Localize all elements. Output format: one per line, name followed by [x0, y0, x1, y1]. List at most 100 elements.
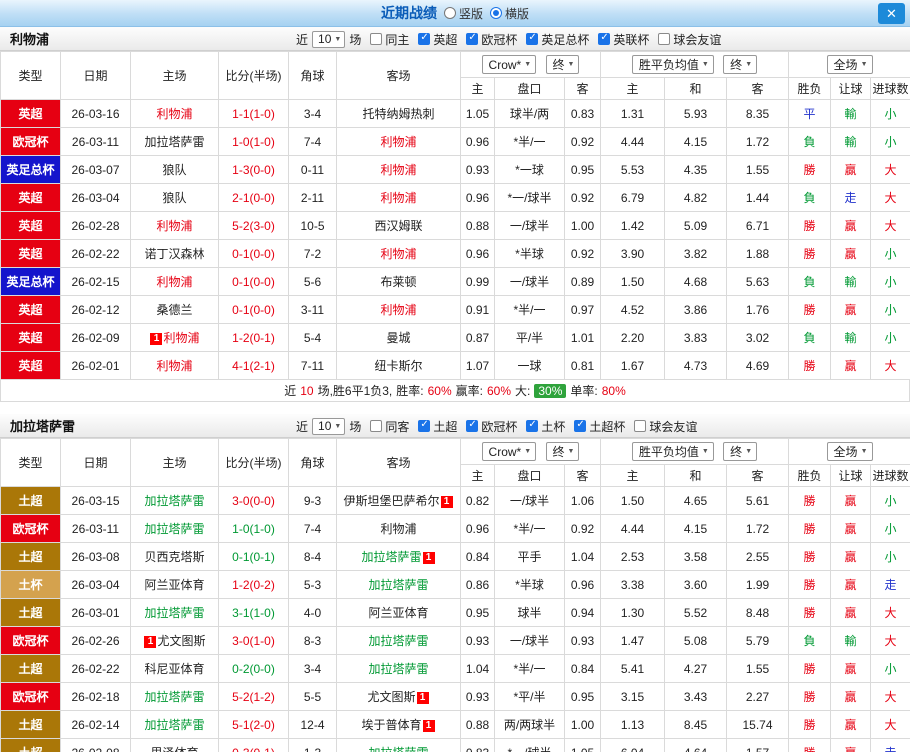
league-filter[interactable]: 英足总杯	[526, 31, 589, 48]
corner-cell: 12-4	[289, 711, 337, 739]
league-filter[interactable]: 土超杯	[574, 418, 625, 435]
league-filter[interactable]: 土杯	[526, 418, 565, 435]
match-date: 26-02-26	[61, 627, 131, 655]
checkbox-icon[interactable]	[634, 420, 646, 432]
league-type-badge: 土杯	[1, 571, 61, 599]
odds-final-select[interactable]: 终▼	[546, 55, 580, 74]
away-team-cell: 尤文图斯1	[337, 683, 461, 711]
team-name-text: 桑德兰	[156, 303, 192, 317]
result-handicap-cell: 輸	[831, 100, 871, 128]
avg-draw-cell: 4.82	[665, 184, 727, 212]
team-name-text: 伊斯坦堡巴萨希尔	[343, 494, 439, 508]
radio-unchecked-icon[interactable]	[444, 7, 456, 19]
checkbox-icon[interactable]	[466, 33, 478, 45]
match-row: 土超26-03-15加拉塔萨雷3-0(0-0)9-3伊斯坦堡巴萨希尔10.82一…	[1, 487, 910, 515]
league-type-badge: 英超	[1, 212, 61, 240]
checkbox-icon[interactable]	[370, 33, 382, 45]
col-header-odds-away: 客	[565, 465, 601, 487]
odds-handicap-cell: *半/一	[495, 128, 565, 156]
corner-cell: 7-4	[289, 515, 337, 543]
layout-horizontal-option[interactable]: 横版	[490, 5, 529, 22]
checkbox-icon[interactable]	[370, 420, 382, 432]
checkbox-icon[interactable]	[418, 420, 430, 432]
section-gap	[0, 402, 910, 414]
near-label: 近	[296, 418, 308, 435]
odds-away-cell: 0.95	[565, 156, 601, 184]
fulltime-select[interactable]: 全场▼	[827, 442, 873, 461]
league-filter[interactable]: 欧冠杯	[466, 31, 517, 48]
odds-home-cell: 0.91	[461, 296, 495, 324]
titlebar: 近期战绩 竖版 横版 ✕	[0, 0, 910, 27]
league-filter[interactable]: 球会友谊	[658, 31, 721, 48]
close-button[interactable]: ✕	[878, 3, 905, 24]
col-header-avg-home: 主	[601, 465, 665, 487]
odds-handicap-cell: 一/球半	[495, 627, 565, 655]
team-name-text: 狼队	[162, 191, 186, 205]
filter-label: 欧冠杯	[481, 31, 517, 48]
avg-draw-cell: 4.15	[665, 128, 727, 156]
matches-table: 类型 日期 主场 比分(半场) 角球 客场 Crow*▼ 终▼ 胜平负均值▼ 终…	[0, 51, 910, 380]
odds-away-cell: 1.04	[565, 543, 601, 571]
match-date: 26-03-11	[61, 128, 131, 156]
away-team-cell: 伊斯坦堡巴萨希尔1	[337, 487, 461, 515]
fulltime-select[interactable]: 全场▼	[827, 55, 873, 74]
avg-select[interactable]: 胜平负均值▼	[632, 442, 714, 461]
match-count-select[interactable]: 10▼	[312, 418, 345, 435]
home-team-cell: 阿兰亚体育	[131, 571, 219, 599]
score-cell: 3-0(1-0)	[219, 627, 289, 655]
checkbox-icon[interactable]	[418, 33, 430, 45]
match-date: 26-03-16	[61, 100, 131, 128]
chevron-down-icon: ▼	[861, 448, 868, 455]
checkbox-icon[interactable]	[526, 420, 538, 432]
team-name-text: 利物浦	[380, 163, 416, 177]
odds-away-cell: 0.84	[565, 655, 601, 683]
col-header-corner: 角球	[289, 439, 337, 487]
radio-checked-icon[interactable]	[490, 7, 502, 19]
result-goals-cell: 小	[871, 487, 910, 515]
avg-away-cell: 1.99	[727, 571, 789, 599]
match-date: 26-03-15	[61, 487, 131, 515]
odds-final-select[interactable]: 终▼	[546, 442, 580, 461]
checkbox-icon[interactable]	[658, 33, 670, 45]
odds-company-select[interactable]: Crow*▼	[482, 55, 537, 74]
checkbox-icon[interactable]	[598, 33, 610, 45]
result-handicap-cell: 輸	[831, 128, 871, 156]
league-filter[interactable]: 英超	[418, 31, 457, 48]
league-filter[interactable]: 同主	[370, 31, 409, 48]
result-handicap-cell: 贏	[831, 571, 871, 599]
corner-cell: 5-3	[289, 571, 337, 599]
avg-select[interactable]: 胜平负均值▼	[632, 55, 714, 74]
team-name-text: 加拉塔萨雷	[144, 718, 204, 732]
league-filter[interactable]: 英联杯	[598, 31, 649, 48]
away-team-cell: 埃于普体育1	[337, 711, 461, 739]
summary-segment: 胜率:	[396, 382, 423, 399]
league-type-badge: 土超	[1, 711, 61, 739]
avg-away-cell: 5.79	[727, 627, 789, 655]
odds-away-cell: 0.94	[565, 599, 601, 627]
home-team-cell: 加拉塔萨雷	[131, 487, 219, 515]
avg-final-select[interactable]: 终▼	[723, 55, 757, 74]
avg-final-select[interactable]: 终▼	[723, 442, 757, 461]
avg-draw-cell: 4.65	[665, 487, 727, 515]
result-wdl-cell: 負	[789, 128, 831, 156]
checkbox-icon[interactable]	[574, 420, 586, 432]
checkbox-icon[interactable]	[526, 33, 538, 45]
league-filter[interactable]: 土超	[418, 418, 457, 435]
checkbox-icon[interactable]	[466, 420, 478, 432]
filter-label: 球会友谊	[673, 31, 721, 48]
match-row: 英足总杯26-02-15利物浦0-1(0-0)5-6布莱顿0.99一/球半0.8…	[1, 268, 910, 296]
league-filter[interactable]: 球会友谊	[634, 418, 697, 435]
layout-vertical-option[interactable]: 竖版	[444, 5, 483, 22]
match-count-select[interactable]: 10▼	[312, 31, 345, 48]
filter-label: 英超	[433, 31, 457, 48]
odds-home-cell: 0.88	[461, 711, 495, 739]
odds-handicap-cell: 一球	[495, 352, 565, 380]
league-filter[interactable]: 欧冠杯	[466, 418, 517, 435]
red-card-badge: 1	[150, 333, 162, 345]
odds-company-select[interactable]: Crow*▼	[482, 442, 537, 461]
odds-home-cell: 0.84	[461, 543, 495, 571]
league-filter[interactable]: 同客	[370, 418, 409, 435]
score-cell: 0-3(0-1)	[219, 739, 289, 752]
result-goals-cell: 大	[871, 352, 910, 380]
home-team-cell: 加拉塔萨雷	[131, 683, 219, 711]
